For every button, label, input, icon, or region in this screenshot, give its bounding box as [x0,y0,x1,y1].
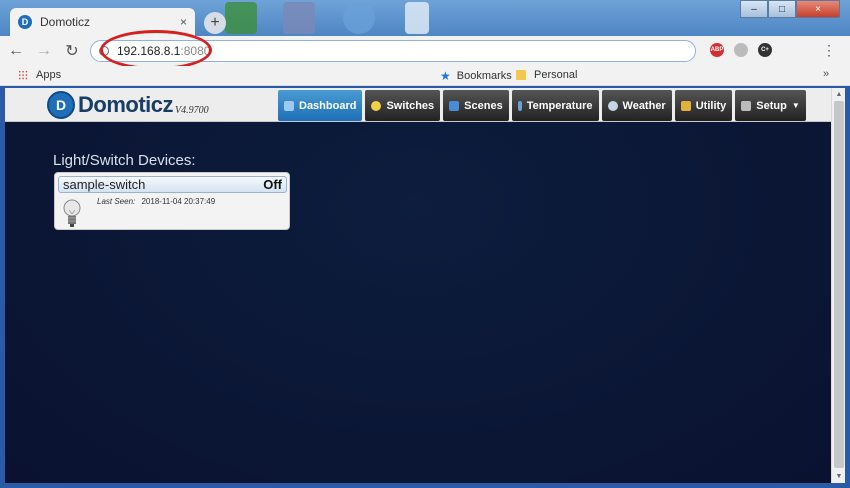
app-header: D Domoticz V4.9700 Dashboard Switches Sc… [5,88,831,122]
scroll-up-icon[interactable]: ▲ [832,88,846,100]
tab-scenes[interactable]: Scenes [443,90,509,121]
window-titlebar: D Domoticz × + – □ × [0,0,850,36]
tools-icon [741,100,752,111]
tab-utility[interactable]: Utility [674,90,733,121]
tab-label: Setup [756,99,787,112]
lightbulb-off-icon[interactable] [62,198,82,228]
adblock-extension-icon[interactable]: ABP [710,43,724,57]
tab-label: Temperature [526,99,593,112]
section-title: Light/Switch Devices: [53,152,196,169]
tab-dashboard[interactable]: Dashboard [278,90,363,121]
app-name: Domoticz [78,92,174,117]
tab-weather[interactable]: Weather [601,90,672,121]
personal-folder[interactable]: Personal [516,69,577,81]
chevron-down-icon: ▼ [791,101,800,110]
window-controls: – □ × [740,0,840,18]
document-icon [405,2,429,34]
thermometer-icon [517,100,522,111]
main-nav: Dashboard Switches Scenes Temperature We… [278,90,809,121]
app-version: V4.9700 [175,104,209,116]
folder-icon [516,70,526,80]
back-button[interactable]: ← [4,39,28,63]
close-tab-icon[interactable]: × [180,15,187,29]
app-logo[interactable]: D Domoticz V4.9700 [47,91,209,119]
page-scrollbar[interactable]: ▲ ▼ [831,88,845,483]
domoticz-favicon-icon: D [18,15,32,29]
tab-switches[interactable]: Switches [365,90,441,121]
tab-label: Weather [622,99,666,112]
bookmarks-folder[interactable]: ★ Bookmarks [440,69,512,83]
last-seen-label: Last Seen: [97,197,136,206]
tab-label: Scenes [464,99,503,112]
personal-label: Personal [534,69,578,81]
weather-icon [607,100,618,111]
tab-label: Dashboard [299,99,357,112]
device-status: Off [263,177,282,192]
tab-title: Domoticz [40,15,91,29]
lightbulb-icon [371,100,382,111]
dashboard-icon [284,100,294,111]
page-viewport: D Domoticz V4.9700 Dashboard Switches Sc… [5,88,831,483]
tab-label: Utility [695,99,727,112]
tab-label: Switches [386,99,435,112]
device-header: sample-switch Off [58,176,287,193]
new-tab-button[interactable]: + [204,12,226,34]
last-seen: Last Seen: 2018-11-04 20:37:49 [97,197,215,206]
utility-icon [680,100,691,111]
tab-temperature[interactable]: Temperature [511,90,599,121]
scenes-icon [449,100,460,111]
media-player-icon [343,2,375,34]
apps-label: Apps [36,69,62,81]
apps-bookmark[interactable]: Apps [18,69,61,81]
minimize-button[interactable]: – [740,0,768,18]
domoticz-logo-icon: D [47,91,75,119]
maximize-button[interactable]: □ [768,0,796,18]
scroll-thumb[interactable] [834,101,844,468]
scroll-down-icon[interactable]: ▼ [832,470,846,482]
url-annotation-circle [100,30,212,70]
apps-grid-icon [18,70,28,80]
close-window-button[interactable]: × [796,0,840,18]
tab-setup[interactable]: Setup ▼ [735,90,806,121]
extension-circle-icon[interactable] [734,43,748,57]
background-icons [225,0,445,36]
forward-button[interactable]: → [32,39,56,63]
browser-menu-icon[interactable]: ⋮ [822,42,836,59]
device-card[interactable]: sample-switch Off Last Seen: 2018-11-04 … [54,172,290,230]
reload-button[interactable]: ↻ [60,39,84,63]
extension-c-plus-icon[interactable]: C+ [758,43,772,57]
bookmarks-bar: Apps ★ Bookmarks Personal » [0,66,850,86]
sd-icon [283,2,315,34]
bookmarks-overflow-icon[interactable]: » [823,68,829,80]
star-icon: ★ [440,69,451,83]
chrome-icon [225,2,257,34]
bookmarks-label: Bookmarks [456,70,512,82]
device-name: sample-switch [63,177,146,192]
last-seen-value: 2018-11-04 20:37:49 [141,197,216,206]
